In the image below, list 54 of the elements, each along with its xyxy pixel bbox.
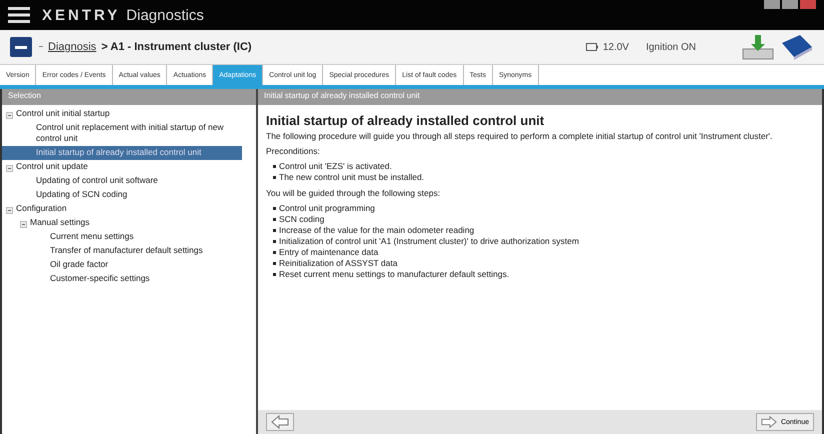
collapse-icon[interactable] <box>6 207 13 214</box>
steps-label: You will be guided through the following steps: <box>266 188 442 199</box>
back-button[interactable] <box>266 413 294 431</box>
voltage-reading: 12.0V <box>602 42 629 52</box>
step-item: SCN coding <box>279 214 324 225</box>
back-icon[interactable] <box>10 37 32 57</box>
step-item: Initialization of control unit 'A1 (Instrument cluster)' to drive authorization system <box>279 236 579 247</box>
bullet-icon <box>273 176 276 179</box>
tree-item[interactable]: Transfer of manufacturer default settings <box>50 245 203 256</box>
tree-item[interactable]: Control unit update <box>16 161 88 172</box>
collapse-icon[interactable] <box>6 165 13 172</box>
collapse-icon[interactable] <box>6 112 13 119</box>
breadcrumb-title: > A1 - Instrument cluster (IC) <box>101 41 252 53</box>
tree-item[interactable]: Updating of control unit software <box>36 175 158 186</box>
breadcrumb-link[interactable]: Diagnosis <box>48 41 96 53</box>
tree-item[interactable]: Manual settings <box>30 217 90 228</box>
product-name: Diagnostics <box>126 6 204 24</box>
precondition-item: Control unit 'EZS' is activated. <box>279 161 392 172</box>
separator-icon <box>39 46 43 48</box>
preconditions-label: Preconditions: <box>266 146 321 157</box>
tree-item[interactable]: Oil grade factor <box>50 259 108 270</box>
precondition-item: The new control unit must be installed. <box>279 172 424 183</box>
download-icon[interactable] <box>741 33 775 61</box>
right-arrow-icon <box>761 415 777 429</box>
bullet-icon <box>273 273 276 276</box>
tree-item[interactable]: Current menu settings <box>50 231 134 242</box>
menu-icon[interactable] <box>8 7 30 23</box>
step-item: Entry of maintenance data <box>279 247 378 258</box>
brand-name: XENTRY <box>42 6 120 24</box>
step-item: Control unit programming <box>279 203 375 214</box>
collapse-icon[interactable] <box>20 221 27 228</box>
tree-item[interactable]: Configuration <box>16 203 67 214</box>
left-arrow-icon <box>271 415 289 429</box>
tree-item[interactable]: Updating of SCN coding <box>36 189 128 200</box>
panel-title: Selection <box>2 89 256 105</box>
bullet-icon <box>273 240 276 243</box>
step-item: Reset current menu settings to manufacturer default settings. <box>279 269 510 280</box>
tree-item[interactable]: Customer-specific settings <box>50 273 150 284</box>
step-item: Reinitialization of ASSYST data <box>279 258 398 269</box>
intro-text: The following procedure will guide you through all steps required to perform a complete initial startup of control unit 'Instrument cluster'. <box>266 131 774 142</box>
bullet-icon <box>273 262 276 265</box>
bullet-icon <box>273 207 276 210</box>
tree-item[interactable]: Control unit replacement with initial startup of new control unit <box>36 122 242 144</box>
tree-item[interactable]: Control unit initial startup <box>16 108 110 119</box>
ignition-status: Ignition ON <box>646 42 696 52</box>
bullet-icon <box>273 251 276 254</box>
content-heading: Initial startup of already installed control unit <box>266 113 546 128</box>
book-icon[interactable] <box>780 33 814 61</box>
bullet-icon <box>273 229 276 232</box>
bullet-icon <box>273 218 276 221</box>
battery-icon <box>586 43 598 51</box>
panel-title: Initial startup of already installed control unit <box>258 89 822 105</box>
step-item: Increase of the value for the main odometer reading <box>279 225 474 236</box>
bullet-icon <box>273 165 276 168</box>
